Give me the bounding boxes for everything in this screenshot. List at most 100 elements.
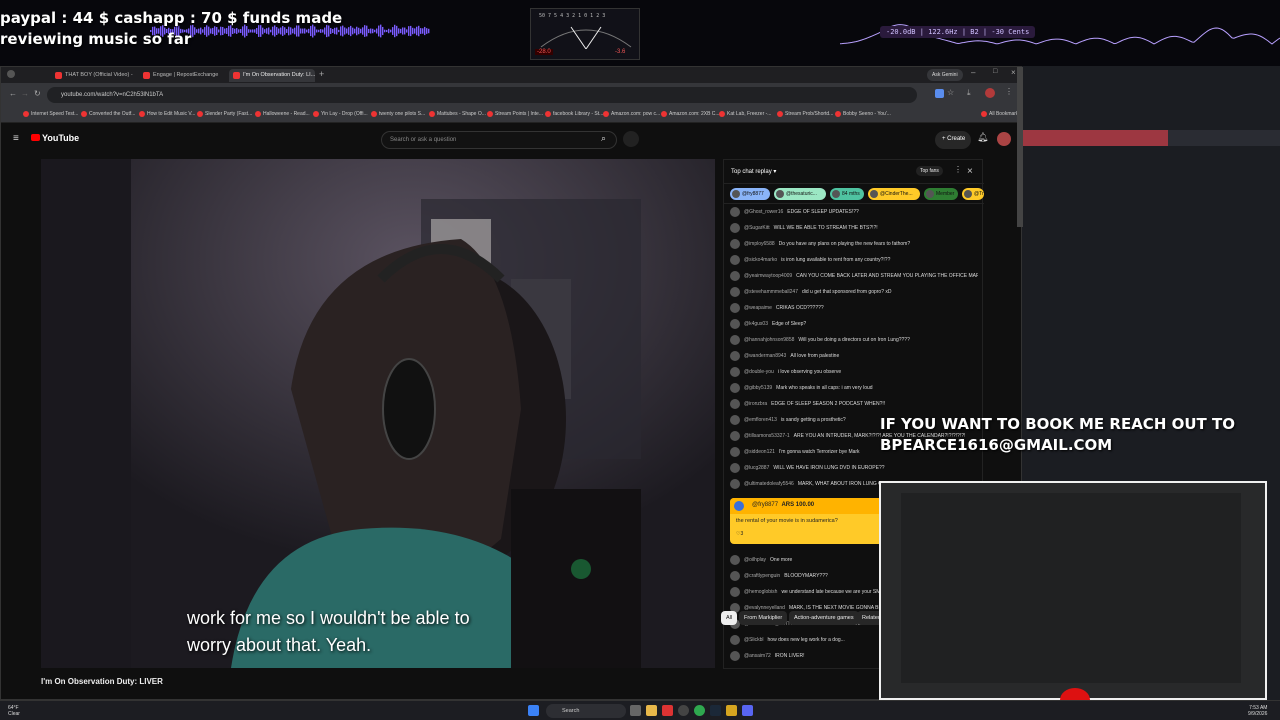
- obs-icon[interactable]: [678, 705, 689, 716]
- bookmark-item[interactable]: twenty one pilots S...: [371, 111, 425, 117]
- discord-icon[interactable]: [742, 705, 753, 716]
- task-view-icon[interactable]: [630, 705, 641, 716]
- chip-from-markiplier[interactable]: From Markiplier: [739, 611, 788, 625]
- chat-author[interactable]: @lucg2887: [744, 465, 769, 471]
- bookmark-item[interactable]: How to Edit Music V...: [139, 111, 195, 117]
- file-explorer-icon[interactable]: [646, 705, 657, 716]
- chat-message[interactable]: @double-you i love observing you observe: [730, 366, 978, 380]
- bookmark-item[interactable]: Amazon.com: 2XB C...: [661, 111, 720, 117]
- chat-author[interactable]: @Slickbl: [744, 637, 764, 643]
- chat-message[interactable]: @lucg2887 WILL WE HAVE IRON LUNG DVD IN E…: [730, 462, 978, 476]
- chat-message[interactable]: @Ghost_rower16 EDGE OF SLEEP UPDATES!??: [730, 206, 978, 220]
- chat-author[interactable]: @imploy6588: [744, 241, 775, 247]
- chat-author[interactable]: @Ghost_rower16: [744, 209, 783, 215]
- ask-gemini-button[interactable]: Ask Gemini: [927, 69, 963, 81]
- chip-all[interactable]: All: [721, 611, 738, 625]
- account-avatar[interactable]: [997, 132, 1011, 146]
- chat-author[interactable]: @oilhplay: [744, 557, 766, 563]
- bookmark-star-icon[interactable]: ☆: [947, 88, 954, 97]
- chat-author[interactable]: @ansaim72: [744, 653, 771, 659]
- bookmark-item[interactable]: Yin Lay - Drop (Offi...: [313, 111, 368, 117]
- forward-icon[interactable]: →: [21, 89, 29, 98]
- bookmark-item[interactable]: Halloweene - Read...: [255, 111, 310, 117]
- page-scrollbar[interactable]: [1017, 67, 1023, 227]
- bookmark-item[interactable]: Converted the Outf...: [81, 111, 135, 117]
- bookmark-item[interactable]: Slender Party (Fast...: [197, 111, 252, 117]
- url-input[interactable]: youtube.com/watch?v=nC2h53lN1bTA: [47, 87, 917, 103]
- bookmark-item[interactable]: Kat Lab, Freezer -...: [719, 111, 771, 117]
- hamburger-menu-icon[interactable]: ≡: [13, 133, 19, 144]
- youtube-search-input[interactable]: Search or ask a question: [381, 131, 617, 149]
- browser-more-icon[interactable]: ⋮: [1005, 87, 1013, 96]
- notifications-bell-icon[interactable]: 🔔︎: [977, 132, 988, 143]
- youtube-logo[interactable]: YouTube: [31, 133, 79, 143]
- back-icon[interactable]: ←: [9, 89, 17, 98]
- chat-message[interactable]: @k4gus03 Edge of Sleep?: [730, 318, 978, 332]
- new-tab-icon[interactable]: +: [319, 69, 324, 79]
- chat-message[interactable]: @ironzbra EDGE OF SLEEP SEASON 2 PODCAST …: [730, 398, 978, 412]
- tab-repost-exchange[interactable]: Engage | RepostExchange: [139, 69, 221, 82]
- tab-that-boy[interactable]: THAT BOY (Official Video) - Yo...: [51, 69, 133, 82]
- minimize-icon[interactable]: –: [971, 68, 975, 77]
- chat-author[interactable]: @craftlypenguin: [744, 573, 780, 579]
- reload-icon[interactable]: ↻: [34, 89, 41, 98]
- chat-author[interactable]: @k4gus03: [744, 321, 768, 327]
- search-icon[interactable]: ⌕: [601, 133, 606, 144]
- taskbar-search[interactable]: Search: [546, 704, 626, 718]
- bookmark-item[interactable]: All Bookmarks: [981, 111, 1021, 117]
- chat-message[interactable]: @imploy6588 Do you have any plans on play…: [730, 238, 978, 252]
- chat-author[interactable]: @hemoglobish: [744, 589, 777, 595]
- bookmark-item[interactable]: Stream Points | Inte...: [487, 111, 543, 117]
- chat-ticker[interactable]: 84 mths: [830, 188, 864, 200]
- bookmark-item[interactable]: Stream Prob/Shortd...: [777, 111, 833, 117]
- weather-widget[interactable]: 64°F Clear: [8, 705, 20, 717]
- top-fans-button[interactable]: Top fans: [916, 166, 943, 176]
- chat-author[interactable]: @ironzbra: [744, 401, 767, 407]
- chat-author[interactable]: @sicko4marko: [744, 257, 777, 263]
- chat-message[interactable]: @sicko4marko is iron lung available to re…: [730, 254, 978, 268]
- app-icon-red[interactable]: [662, 705, 673, 716]
- chat-author[interactable]: @ultimatedoleafy5546: [744, 481, 794, 487]
- chat-author[interactable]: @hannahjohnson9858: [744, 337, 794, 343]
- app-icon-yellow[interactable]: [726, 705, 737, 716]
- chat-ticker[interactable]: @thesaturic...: [774, 188, 826, 200]
- chat-author[interactable]: @gibby5139: [744, 385, 772, 391]
- steam-icon[interactable]: [710, 705, 721, 716]
- chat-author[interactable]: @yeaimwaytoop4009: [744, 273, 792, 279]
- bookmark-item[interactable]: Mattubes - Shape O...: [429, 111, 486, 117]
- microphone-icon[interactable]: [623, 131, 639, 147]
- chat-header[interactable]: Top chat replay ▾: [724, 160, 984, 184]
- chat-author[interactable]: @SugarKitt: [744, 225, 770, 231]
- chat-more-icon[interactable]: ⋮: [954, 165, 962, 174]
- tab-observation-duty[interactable]: I'm On Observation Duty: LI...: [229, 69, 315, 82]
- chat-ticker[interactable]: @fry8877: [730, 188, 770, 200]
- chat-author[interactable]: @tillsamons53327-1: [744, 433, 790, 439]
- chat-message[interactable]: @hannahjohnson9858 Will you be doing a di…: [730, 334, 978, 348]
- chat-author[interactable]: @stevehammmeball247: [744, 289, 798, 295]
- bookmark-item[interactable]: facebook Library - St...: [545, 111, 603, 117]
- profile-avatar[interactable]: [985, 88, 995, 98]
- chat-author[interactable]: @wanderman8943: [744, 353, 786, 359]
- extension-icon[interactable]: [935, 89, 944, 98]
- chat-author[interactable]: @emfloren413: [744, 417, 777, 423]
- chat-message[interactable]: @gibby5139 Mark who speaks in all caps: i…: [730, 382, 978, 396]
- chat-ticker[interactable]: Member: [924, 188, 958, 200]
- bookmark-item[interactable]: Internet Speed Test...: [23, 111, 78, 117]
- chat-message[interactable]: @weapaime CRIKAS OCD??????: [730, 302, 978, 316]
- create-button[interactable]: + Create: [935, 131, 971, 149]
- video-player[interactable]: work for me so I wouldn't be able to wor…: [41, 159, 715, 668]
- bookmark-item[interactable]: Bobby Seeno - You'...: [835, 111, 891, 117]
- chrome-icon[interactable]: [694, 705, 705, 716]
- chat-message[interactable]: @stevehammmeball247 did u get that sponso…: [730, 286, 978, 300]
- bookmark-item[interactable]: Amazon.com: pow c...: [603, 111, 660, 117]
- chat-message[interactable]: @SugarKitt WILL WE BE ABLE TO STREAM THE …: [730, 222, 978, 236]
- maximize-icon[interactable]: □: [993, 68, 997, 75]
- chat-ticker[interactable]: @CinderThe...: [868, 188, 920, 200]
- browser-menu-icon[interactable]: [7, 70, 15, 78]
- chat-ticker[interactable]: @Tr: [962, 188, 984, 200]
- chat-author[interactable]: @siddeon121: [744, 449, 775, 455]
- downloads-icon[interactable]: ⤓: [967, 88, 971, 98]
- close-window-icon[interactable]: ×: [1011, 68, 1016, 77]
- chat-message[interactable]: @yeaimwaytoop4009 CAN YOU COME BACK LATER…: [730, 270, 978, 284]
- start-icon[interactable]: [528, 705, 539, 716]
